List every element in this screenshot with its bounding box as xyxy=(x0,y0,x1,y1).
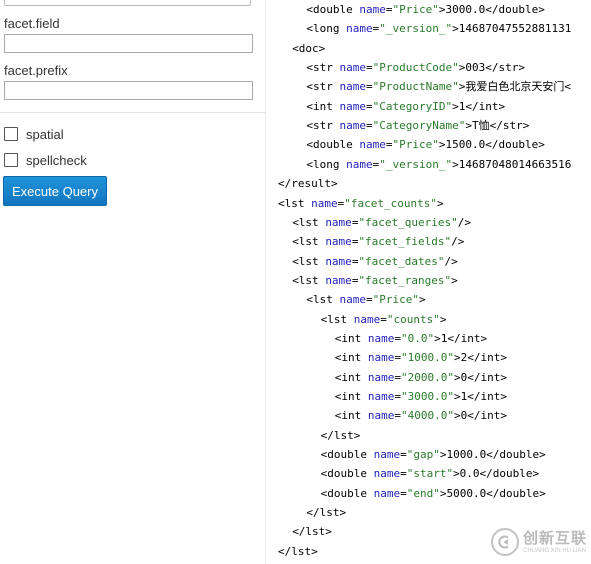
chevron-down-icon: ▾ xyxy=(242,0,248,3)
xml-line: <int name="1000.0">2</int> xyxy=(334,351,508,365)
xml-line: <lst name="facet_counts"> xyxy=(278,196,444,210)
xml-line: <long name="_version_">14687047552881131 xyxy=(306,22,572,36)
facet-field-label: facet.field xyxy=(4,16,60,31)
spellcheck-checkbox[interactable] xyxy=(4,153,18,167)
query-form-panel: ▾ facet.field facet.prefix spatial spell… xyxy=(0,0,265,564)
xml-line: </lst> xyxy=(306,506,347,520)
watermark: 创新互联 CHUANG XIN HU LIAN xyxy=(490,528,587,556)
xml-line: <lst name="Price"> xyxy=(306,293,426,307)
xml-line: <double name="gap">1000.0</double> xyxy=(320,448,546,462)
xml-line: <int name="2000.0">0</int> xyxy=(334,370,508,384)
request-handler-select[interactable]: ▾ xyxy=(4,0,251,6)
xml-line: <lst name="facet_dates"/> xyxy=(292,254,458,268)
execute-query-button[interactable]: Execute Query xyxy=(3,176,107,206)
spatial-checkbox[interactable] xyxy=(4,127,18,141)
xml-line: <double name="Price">3000.0</double> xyxy=(306,3,545,16)
xml-line: <lst name="counts"> xyxy=(320,312,447,326)
facet-prefix-label: facet.prefix xyxy=(4,63,68,78)
spellcheck-option[interactable]: spellcheck xyxy=(4,151,87,169)
xml-line: <int name="CategoryID">1</int> xyxy=(306,99,506,113)
section-divider xyxy=(0,112,265,113)
xml-response-viewer: <double name="Price">3000.0</double> <lon… xyxy=(266,0,591,564)
xml-line: <lst name="facet_ranges"> xyxy=(292,273,458,287)
facet-field-input[interactable] xyxy=(4,34,253,53)
xml-line: <double name="Price">1500.0</double> xyxy=(306,138,545,152)
xml-line: <long name="_version_">14687048014663516 xyxy=(306,157,572,171)
xml-line: <str name="ProductCode">003</str> xyxy=(306,61,525,75)
watermark-name-cn: 创新互联 xyxy=(522,529,587,547)
xml-line: <int name="4000.0">0</int> xyxy=(334,409,508,423)
xml-line: <lst name="facet_queries"/> xyxy=(292,215,472,229)
spatial-option[interactable]: spatial xyxy=(4,125,64,143)
facet-prefix-input[interactable] xyxy=(4,81,253,100)
xml-line: </lst> xyxy=(320,428,361,442)
xml-line: </lst> xyxy=(292,525,332,539)
brand-logo-icon xyxy=(490,528,519,556)
xml-line: <doc> xyxy=(292,41,326,55)
xml-line: <str name="ProductName">我爱白色北京天安门< xyxy=(306,80,571,94)
xml-line: <int name="0.0">1</int> xyxy=(334,331,488,345)
spatial-label: spatial xyxy=(26,126,64,142)
spellcheck-label: spellcheck xyxy=(26,152,87,168)
xml-line: <double name="end">5000.0</double> xyxy=(320,486,546,500)
xml-line: <str name="CategoryName">T恤</str> xyxy=(306,119,530,133)
xml-line: <double name="start">0.0</double> xyxy=(320,467,540,481)
xml-line: <lst name="facet_fields"/> xyxy=(292,235,465,249)
watermark-name-en: CHUANG XIN HU LIAN xyxy=(522,547,586,554)
xml-line: </lst> xyxy=(278,544,318,558)
xml-line: <int name="3000.0">1</int> xyxy=(334,390,508,403)
xml-line: </result> xyxy=(278,177,338,191)
